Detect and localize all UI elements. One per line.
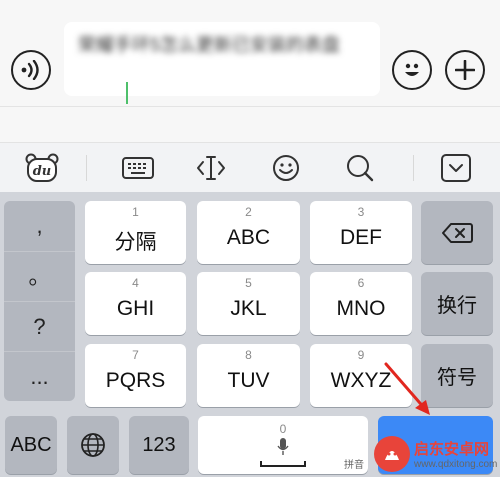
watermark-logo-icon xyxy=(374,436,410,472)
key-7[interactable]: 7 PQRS xyxy=(85,344,186,407)
search-icon[interactable] xyxy=(346,154,374,182)
globe-icon xyxy=(81,433,105,457)
keyboard-toolbar: du xyxy=(0,142,500,192)
backspace-key[interactable] xyxy=(421,201,493,264)
key-8[interactable]: 8 TUV xyxy=(197,344,300,407)
watermark-url: www.qdxitong.com xyxy=(414,459,498,470)
punctuation-key[interactable]: , xyxy=(4,201,75,251)
punctuation-key[interactable]: ? xyxy=(4,301,75,351)
message-text: 荣耀手环5怎么更新已安装的表盘 xyxy=(78,35,341,55)
toolbar-separator xyxy=(413,155,414,181)
watermark-title: 启东安卓网 xyxy=(414,441,490,458)
key-3[interactable]: 3 DEF xyxy=(310,201,412,264)
message-input[interactable]: 荣耀手环5怎么更新已安装的表盘 xyxy=(64,22,380,104)
collapse-keyboard-icon[interactable] xyxy=(441,154,471,182)
punctuation-column[interactable]: , 。 ? ... xyxy=(4,201,75,401)
globe-key[interactable] xyxy=(67,416,119,474)
key-1[interactable]: 1 分隔 xyxy=(85,201,186,264)
keyboard-icon[interactable] xyxy=(122,157,154,179)
key-label: GHI xyxy=(116,297,155,320)
key-label: MNO xyxy=(336,297,386,320)
message-compose-bar: 荣耀手环5怎么更新已安装的表盘 xyxy=(0,0,500,106)
abc-label: ABC xyxy=(10,433,52,456)
divider-strip xyxy=(0,106,500,142)
key-number: 6 xyxy=(357,276,365,290)
key-number: 2 xyxy=(245,205,252,219)
punctuation-key[interactable]: 。 xyxy=(4,251,75,301)
toolbar-separator xyxy=(86,155,87,181)
key-label: PQRS xyxy=(105,369,166,392)
punctuation-key[interactable]: ... xyxy=(4,351,75,401)
key-5[interactable]: 5 JKL xyxy=(197,272,300,335)
emoji-icon xyxy=(405,63,419,76)
backspace-icon xyxy=(442,222,473,243)
voice-icon xyxy=(21,60,39,80)
number-label: 123 xyxy=(142,433,176,456)
red-arrow-annotation xyxy=(384,362,430,415)
cursor-move-icon[interactable] xyxy=(195,154,227,182)
key-number: 5 xyxy=(245,276,252,290)
key-number: 4 xyxy=(132,276,139,290)
watermark: 启东安卓网 www.qdxitong.com xyxy=(370,432,500,477)
svg-text:du: du xyxy=(33,164,52,179)
emoji-button[interactable] xyxy=(392,50,432,90)
space-underline xyxy=(260,461,306,467)
plus-icon xyxy=(455,60,475,80)
microphone-icon xyxy=(277,438,289,455)
newline-label: 换行 xyxy=(437,295,477,317)
key-number: 7 xyxy=(132,348,139,362)
voice-input-button[interactable] xyxy=(11,50,51,90)
key-label: TUV xyxy=(227,369,270,392)
face-icon[interactable] xyxy=(272,154,300,182)
key-label: 分隔 xyxy=(114,231,157,254)
space-number: 0 xyxy=(279,422,287,436)
key-number: 3 xyxy=(357,205,365,219)
baidu-du-icon[interactable]: du xyxy=(25,153,59,183)
key-4[interactable]: 4 GHI xyxy=(85,272,186,335)
newline-key[interactable]: 换行 xyxy=(421,272,493,335)
key-label: JKL xyxy=(230,297,267,320)
key-number: 1 xyxy=(132,205,139,219)
key-2[interactable]: 2 ABC xyxy=(197,201,300,264)
space-key[interactable]: 0 拼音 xyxy=(198,416,368,474)
abc-key[interactable]: ABC xyxy=(5,416,57,474)
text-cursor xyxy=(126,82,128,104)
key-number: 8 xyxy=(245,348,252,362)
pinyin-label: 拼音 xyxy=(344,460,364,471)
more-button[interactable] xyxy=(445,50,485,90)
key-label: DEF xyxy=(340,226,382,249)
number-key[interactable]: 123 xyxy=(129,416,189,474)
key-6[interactable]: 6 MNO xyxy=(310,272,412,335)
key-label: ABC xyxy=(226,226,271,249)
